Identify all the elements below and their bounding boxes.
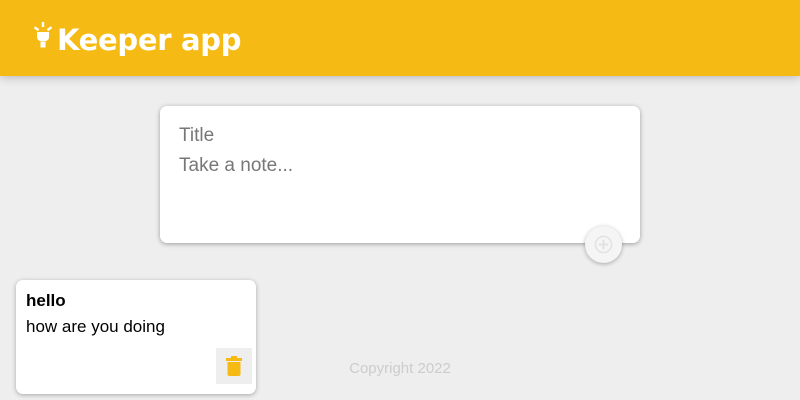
note-title-input[interactable] (179, 125, 619, 147)
create-note-form (160, 106, 640, 243)
add-note-button[interactable] (585, 226, 622, 263)
note-title: hello (26, 291, 66, 310)
note-content: how are you doing (26, 317, 165, 336)
app-title: Keeper app (57, 23, 242, 57)
app-header: Keeper app (0, 0, 800, 76)
footer-copyright: Copyright 2022 (349, 360, 451, 377)
note-content-input[interactable] (179, 155, 619, 225)
plus-icon (594, 235, 613, 254)
lightbulb-icon (34, 22, 52, 48)
